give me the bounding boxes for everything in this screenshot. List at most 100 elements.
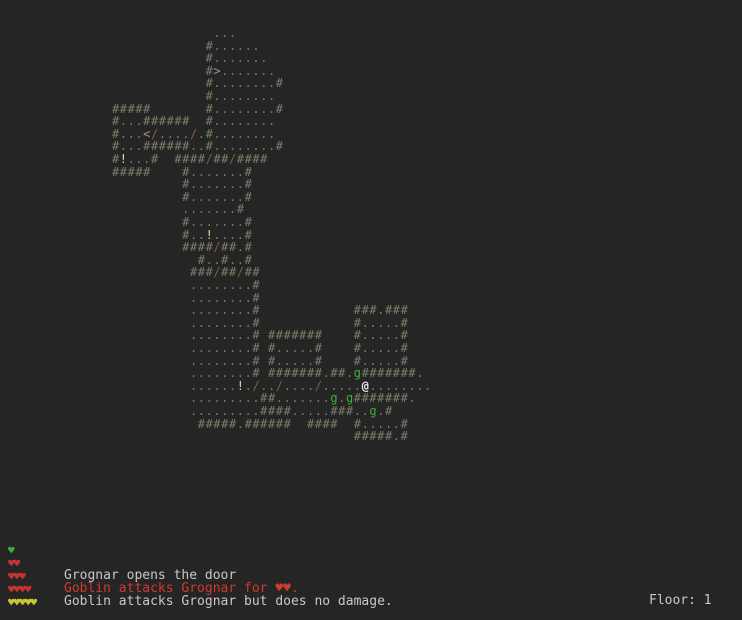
- wall-tile: #: [400, 391, 408, 406]
- wall-tile: #: [228, 265, 237, 280]
- floor-tile: .: [244, 391, 252, 406]
- floor-tile: .: [267, 114, 276, 129]
- floor-tile: .: [213, 177, 221, 192]
- stairs-up-tile[interactable]: <: [143, 128, 151, 140]
- floor-tile: .: [228, 378, 237, 393]
- door-tile[interactable]: /: [205, 153, 213, 165]
- goblin-tile[interactable]: g: [353, 367, 361, 379]
- wall-tile: #: [197, 240, 205, 255]
- floor-tile: .: [369, 328, 377, 343]
- stairs-down-tile[interactable]: >: [213, 65, 221, 77]
- floor-tile: .: [244, 315, 252, 330]
- wall-tile: #: [353, 416, 361, 431]
- floor-tile: .: [244, 76, 252, 91]
- floor-tile: .: [322, 378, 330, 393]
- wall-tile: #: [252, 278, 260, 292]
- floor-tile: .: [213, 278, 221, 292]
- wall-tile: #: [189, 265, 198, 280]
- player-tile[interactable]: @: [361, 380, 369, 392]
- wall-tile: #: [244, 215, 252, 229]
- floor-tile: .: [322, 366, 330, 381]
- floor-tile: .: [205, 290, 213, 305]
- floor-tile: .: [213, 404, 221, 418]
- item-tile[interactable]: !: [119, 153, 127, 165]
- floor-tile: .: [236, 341, 244, 355]
- item-tile[interactable]: !: [236, 380, 244, 392]
- wall-tile: #: [392, 391, 400, 406]
- door-tile[interactable]: /: [151, 128, 159, 140]
- floor-tile: .: [330, 378, 338, 393]
- floor-tile: .: [283, 341, 291, 355]
- door-tile[interactable]: /: [236, 266, 244, 278]
- door-tile[interactable]: /: [190, 128, 198, 140]
- item-tile[interactable]: !: [205, 229, 213, 241]
- floor-tile: .: [197, 328, 205, 343]
- wall-tile: #: [353, 429, 361, 444]
- floor-tile: .: [236, 177, 244, 192]
- floor-tile: .: [221, 126, 229, 141]
- floor-tile: .: [416, 366, 424, 381]
- wall-tile: #: [143, 164, 151, 179]
- floor-tile: .: [213, 139, 221, 154]
- door-tile[interactable]: /: [314, 380, 322, 392]
- floor-tile: .: [244, 278, 252, 292]
- floor-tile: .: [361, 341, 369, 355]
- floor-tile: .: [338, 378, 346, 393]
- wall-tile: #: [205, 63, 213, 78]
- wall-tile: #: [111, 152, 120, 166]
- floor-tile: .: [228, 114, 237, 129]
- floor-tile: .: [384, 341, 393, 355]
- floor-tile: .: [205, 202, 213, 217]
- floor-tile: .: [306, 378, 315, 393]
- door-tile[interactable]: /: [213, 266, 221, 278]
- floor-tile: .: [384, 378, 393, 393]
- floor-tile: .: [392, 315, 400, 330]
- floor-indicator: Floor: 1: [649, 593, 712, 608]
- wall-tile: #: [260, 391, 268, 406]
- floor-tile: .: [236, 227, 244, 242]
- wall-tile: #: [353, 391, 361, 406]
- floor-tile: .: [267, 126, 276, 141]
- floor-tile: .: [244, 101, 252, 116]
- door-tile[interactable]: /: [229, 153, 237, 165]
- door-tile[interactable]: /: [275, 380, 283, 392]
- floor-tile: .: [182, 126, 190, 141]
- floor-tile: .: [244, 139, 252, 154]
- floor-tile: .: [213, 215, 221, 229]
- floor-tile: .: [236, 290, 244, 305]
- floor-tile: .: [143, 152, 151, 166]
- floor-tile: .: [228, 26, 237, 40]
- goblin-tile[interactable]: g: [330, 392, 338, 404]
- floor-tile: .: [221, 38, 229, 53]
- wall-tile: #: [182, 177, 190, 192]
- wall-tile: #: [275, 76, 283, 91]
- floor-tile: .: [236, 404, 244, 418]
- wall-tile: #: [197, 416, 205, 431]
- floor-tile: .: [189, 215, 198, 229]
- floor-tile: .: [252, 114, 260, 129]
- wall-tile: #: [306, 328, 315, 343]
- floor-tile: .: [228, 278, 237, 292]
- floor-tile: .: [197, 126, 205, 141]
- door-tile[interactable]: /: [213, 241, 221, 253]
- floor-tile: .: [353, 378, 361, 393]
- floor-tile: .: [205, 315, 213, 330]
- floor-tile: .: [205, 328, 213, 343]
- floor-tile: .: [244, 51, 252, 66]
- dungeon-map[interactable]: ... #...... #....... # >....... #........ # #..…: [0, 0, 742, 520]
- wall-tile: #: [283, 416, 291, 431]
- floor-tile: .: [189, 303, 198, 318]
- wall-tile: #: [384, 429, 393, 444]
- floor-tile: .: [291, 391, 299, 406]
- goblin-tile[interactable]: g: [369, 405, 377, 417]
- wall-tile: #: [252, 303, 260, 318]
- goblin-tile[interactable]: g: [346, 392, 354, 404]
- floor-tile: .: [299, 341, 307, 355]
- wall-tile: #: [384, 404, 393, 418]
- door-tile[interactable]: /: [252, 380, 260, 392]
- floor-tile: .: [236, 366, 244, 381]
- floor-tile: .: [369, 341, 377, 355]
- wall-tile: #: [275, 139, 283, 154]
- floor-tile: .: [236, 328, 244, 343]
- floor-tile: .: [283, 391, 291, 406]
